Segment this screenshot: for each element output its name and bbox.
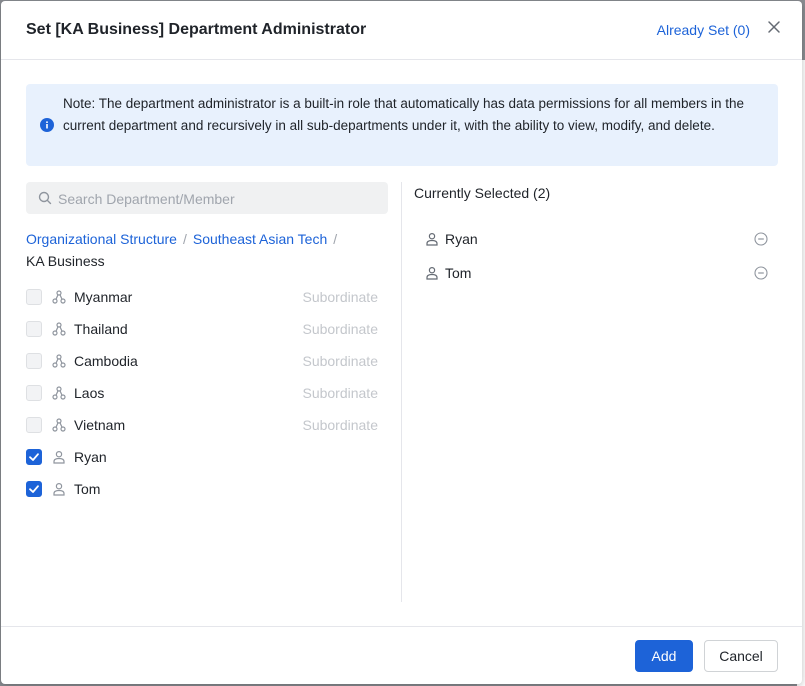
- person-icon: [426, 266, 438, 280]
- person-icon: [53, 450, 65, 464]
- org-tree-icon: [52, 290, 66, 304]
- breadcrumb-separator: /: [182, 231, 187, 247]
- add-button[interactable]: Add: [635, 640, 693, 672]
- subordinate-link[interactable]: Subordinate: [302, 385, 378, 401]
- person-icon: [426, 232, 438, 246]
- close-button[interactable]: [766, 19, 782, 35]
- subordinate-link[interactable]: Subordinate: [302, 321, 378, 337]
- list-item-thailand[interactable]: Thailand Subordinate: [26, 313, 386, 345]
- admin-dialog: Set [KA Business] Department Administrat…: [1, 1, 802, 684]
- checkbox-checked[interactable]: [26, 481, 42, 497]
- checkbox[interactable]: [26, 289, 42, 305]
- dialog-footer: Add Cancel: [1, 626, 802, 684]
- subordinate-link[interactable]: Subordinate: [302, 289, 378, 305]
- list-item-cambodia[interactable]: Cambodia Subordinate: [26, 345, 386, 377]
- list-item-label: Ryan: [74, 449, 107, 465]
- close-icon: [768, 21, 780, 33]
- dialog-header: Set [KA Business] Department Administrat…: [1, 1, 802, 60]
- breadcrumb-current: KA Business: [26, 253, 105, 269]
- minus-circle-icon[interactable]: [754, 266, 768, 280]
- checkbox[interactable]: [26, 385, 42, 401]
- list-item-label: Vietnam: [74, 417, 126, 433]
- check-icon: [29, 453, 39, 461]
- info-icon: [40, 118, 54, 132]
- subordinate-link[interactable]: Subordinate: [302, 417, 378, 433]
- list-item-ryan[interactable]: Ryan: [26, 441, 386, 473]
- list-item-vietnam[interactable]: Vietnam Subordinate: [26, 409, 386, 441]
- list-item-label: Laos: [74, 385, 105, 401]
- subordinate-link[interactable]: Subordinate: [302, 353, 378, 369]
- check-icon: [29, 485, 39, 493]
- search-input[interactable]: [56, 182, 380, 216]
- breadcrumb-link-org[interactable]: Organizational Structure: [26, 231, 177, 247]
- list-item-label: Thailand: [74, 321, 128, 337]
- note-text: Note: The department administrator is a …: [63, 96, 745, 133]
- note-banner: Note: The department administrator is a …: [26, 84, 778, 166]
- org-tree-icon: [52, 386, 66, 400]
- list-item-tom[interactable]: Tom: [26, 473, 386, 505]
- selected-item-ryan: Ryan: [425, 222, 770, 256]
- selected-item-label: Ryan: [445, 231, 478, 247]
- org-tree-icon: [52, 354, 66, 368]
- breadcrumb-link-sea-tech[interactable]: Southeast Asian Tech: [193, 231, 327, 247]
- list-item-label: Myanmar: [74, 289, 133, 305]
- list-item-myanmar[interactable]: Myanmar Subordinate: [26, 281, 386, 313]
- checkbox-checked[interactable]: [26, 449, 42, 465]
- already-set-link[interactable]: Already Set (0): [657, 22, 750, 38]
- checkbox[interactable]: [26, 353, 42, 369]
- selected-item-label: Tom: [445, 265, 472, 281]
- search-box[interactable]: [26, 182, 388, 216]
- breadcrumb-separator: /: [333, 231, 338, 247]
- selected-list: Ryan Tom: [425, 222, 770, 290]
- minus-circle-icon[interactable]: [754, 232, 768, 246]
- selected-item-tom: Tom: [425, 256, 770, 290]
- checkbox[interactable]: [26, 321, 42, 337]
- list-item-label: Tom: [74, 481, 101, 497]
- search-icon: [38, 191, 52, 205]
- dialog-title: Set [KA Business] Department Administrat…: [26, 21, 367, 38]
- selected-title: Currently Selected (2): [414, 185, 551, 201]
- cancel-button[interactable]: Cancel: [704, 640, 778, 672]
- org-tree-icon: [52, 322, 66, 336]
- breadcrumb: Organizational Structure / Southeast Asian…: [26, 228, 386, 272]
- list-item-laos[interactable]: Laos Subordinate: [26, 377, 386, 409]
- org-tree-icon: [52, 418, 66, 432]
- person-icon: [53, 482, 65, 496]
- panel-divider: [401, 182, 402, 602]
- checkbox[interactable]: [26, 417, 42, 433]
- list-item-label: Cambodia: [74, 353, 138, 369]
- department-member-list: Myanmar Subordinate Thailand Subordinate…: [26, 281, 386, 505]
